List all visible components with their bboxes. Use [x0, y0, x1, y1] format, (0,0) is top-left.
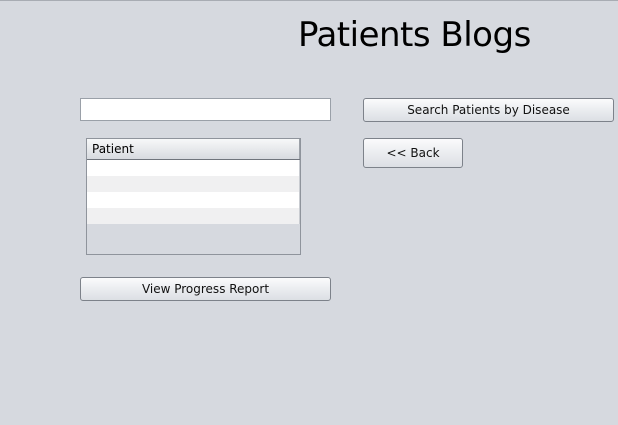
progress-button-label: View Progress Report	[141, 282, 270, 296]
search-patients-by-disease-button[interactable]: Search Patients by Disease	[363, 98, 614, 122]
view-progress-report-button[interactable]: View Progress Report	[80, 277, 331, 301]
disease-search-input[interactable]	[80, 98, 331, 121]
table-row[interactable]	[87, 192, 300, 208]
back-button[interactable]: << Back	[363, 138, 463, 168]
back-button-label: << Back	[386, 146, 440, 160]
table-header: Patient	[87, 139, 300, 160]
table-row[interactable]	[87, 160, 300, 176]
patients-table[interactable]: Patient	[86, 138, 301, 255]
page-title: Patients Blogs	[298, 15, 531, 55]
table-row[interactable]	[87, 176, 300, 192]
search-button-label: Search Patients by Disease	[407, 103, 570, 117]
table-row[interactable]	[87, 208, 300, 224]
column-header-patient[interactable]: Patient	[87, 139, 300, 159]
